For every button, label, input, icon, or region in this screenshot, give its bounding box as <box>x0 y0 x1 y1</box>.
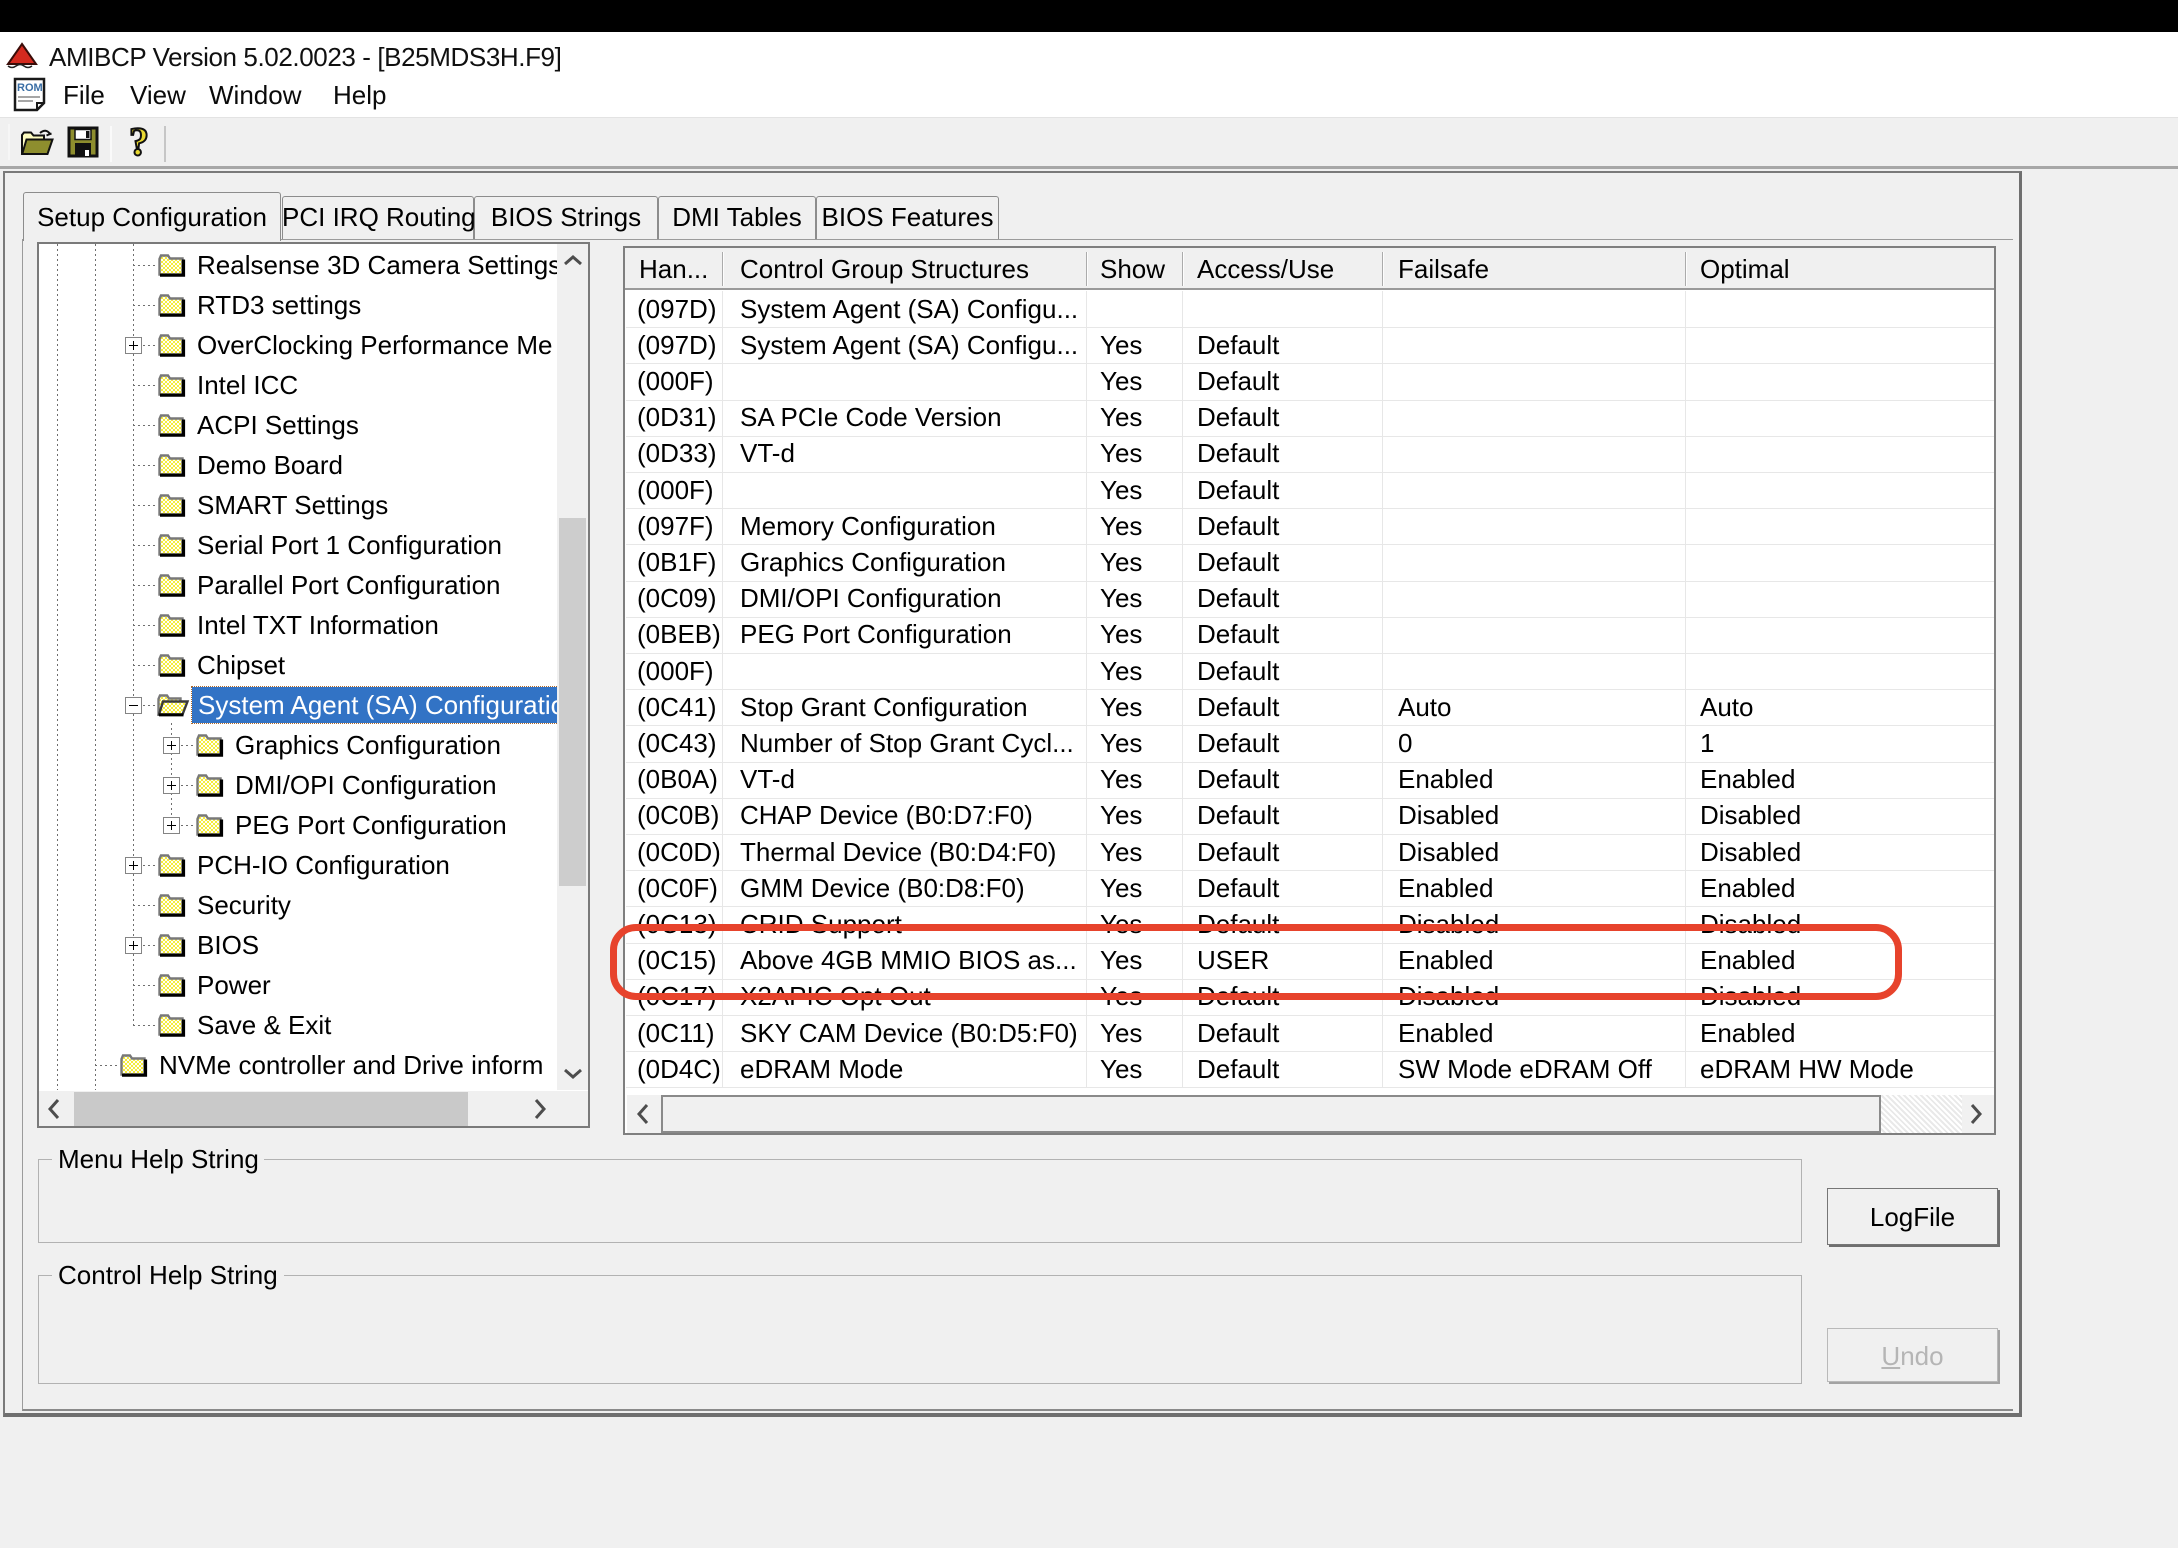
svg-text:?: ? <box>129 125 149 161</box>
svg-text:ROM: ROM <box>17 82 43 94</box>
